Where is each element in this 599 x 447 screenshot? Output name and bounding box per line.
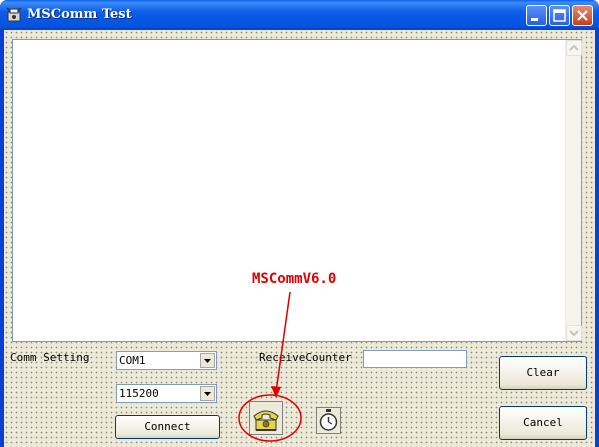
scroll-down-button[interactable] [566,325,582,341]
chevron-down-icon [204,392,211,396]
app-window: MSComm Test Comm Setting COM1 ReceiveCou… [0,0,599,447]
port-combobox[interactable]: COM1 [116,351,217,370]
client-area: Comm Setting COM1 ReceiveCounter 115200 … [4,30,595,447]
mscomm-control[interactable] [249,401,283,435]
maximize-button[interactable] [549,5,570,26]
annotation-label: MSCommV6.0 [252,271,337,287]
port-value: COM1 [119,354,146,367]
maximize-icon [553,9,566,22]
clear-button[interactable]: Clear [499,356,587,390]
stopwatch-icon [319,409,338,431]
telephone-icon [253,410,279,431]
app-icon [6,7,22,22]
chevron-down-icon [569,330,579,337]
scroll-up-button[interactable] [566,40,582,56]
receive-counter-label: ReceiveCounter [259,351,352,364]
connect-button[interactable]: Connect [115,415,220,439]
receive-textbox[interactable] [12,39,582,342]
vertical-scrollbar[interactable] [565,40,582,341]
receive-counter-field[interactable] [363,350,467,368]
baud-dropdown-button[interactable] [200,386,215,401]
cancel-button[interactable]: Cancel [499,406,587,440]
timer-control[interactable] [316,407,341,434]
title-bar[interactable]: MSComm Test [0,0,599,30]
close-button[interactable] [572,5,593,26]
chevron-down-icon [204,359,211,363]
minimize-icon [531,18,538,21]
minimize-button[interactable] [526,5,547,26]
baud-value: 115200 [119,387,159,400]
chevron-up-icon [569,44,579,51]
baud-combobox[interactable]: 115200 [116,384,217,403]
comm-setting-label: Comm Setting [10,351,90,364]
close-icon [577,10,588,21]
port-dropdown-button[interactable] [200,353,215,368]
window-title: MSComm Test [27,7,132,22]
